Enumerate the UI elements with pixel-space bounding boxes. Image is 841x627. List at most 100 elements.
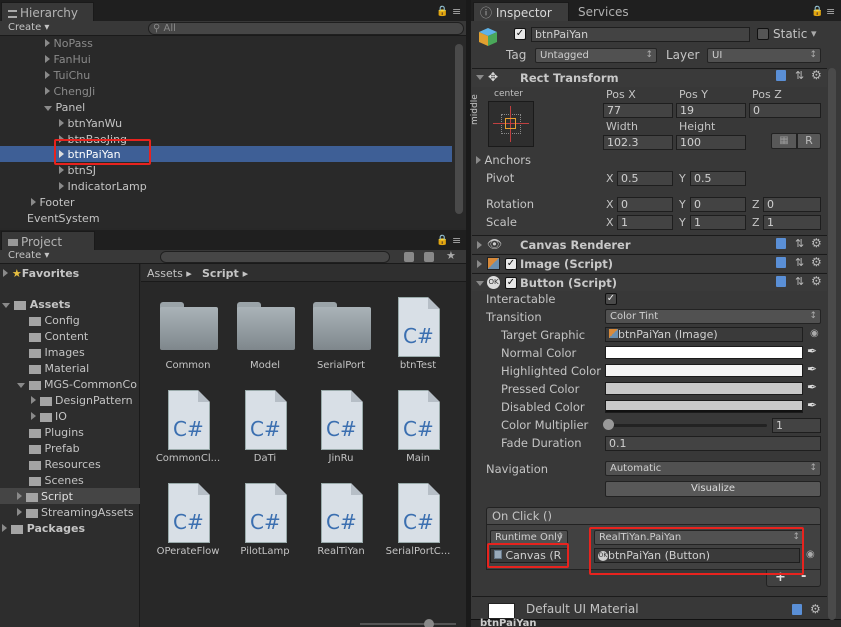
filter-type-icon[interactable] [404,252,414,262]
canvas-renderer-header[interactable]: 👁 Canvas Renderer [472,235,827,253]
image-script-gear-icon[interactable]: ⚙ [811,255,822,269]
pressed-color-swatch[interactable] [605,382,803,395]
inspector-menu-icon[interactable]: ≡ [826,5,835,18]
color-multiplier-thumb[interactable] [603,419,614,430]
static-dropdown-icon[interactable]: ▾ [811,27,817,40]
tab-project[interactable]: Project [1,231,95,251]
project-lock-icon[interactable]: 🔒 [436,235,448,246]
favorite-star-icon[interactable]: ★ [446,249,456,262]
eyedropper-icon[interactable]: ✒ [807,344,817,358]
zoom-slider-thumb[interactable] [424,619,434,627]
folder-icon-model[interactable] [237,302,295,350]
target-graphic-field[interactable]: btnPaiYan (Image) [605,327,803,342]
visualize-button[interactable]: Visualize [605,481,821,497]
fade-duration-field[interactable]: 0.1 [605,436,821,451]
normal-color-swatch[interactable] [605,346,803,359]
hierarchy-item-tuichu[interactable]: TuiChu [45,69,90,82]
object-name-field[interactable]: btnPaiYan [531,27,750,42]
zoom-slider[interactable] [360,623,456,625]
tree-item-material[interactable]: Material [29,362,89,375]
filter-label-icon[interactable] [424,252,434,262]
pos-y-field[interactable]: 19 [676,103,746,118]
color-multiplier-field[interactable]: 1 [772,418,821,433]
anchor-preset-button[interactable] [488,101,534,147]
hierarchy-item-footer[interactable]: Footer [31,196,75,209]
csharp-script-icon-main[interactable]: C# [398,390,440,450]
hierarchy-menu-icon[interactable]: ≡ [452,5,461,18]
scale-z-field[interactable]: 1 [763,215,821,230]
static-checkbox[interactable] [757,28,769,40]
image-script-preset-icon[interactable]: ⇅ [795,256,804,269]
rect-transform-header[interactable]: ✥ Rect Transform [472,68,827,87]
image-script-book-icon[interactable] [776,257,786,268]
hierarchy-item-indicatorlamp[interactable]: IndicatorLamp [59,180,147,193]
hierarchy-scrollbar[interactable] [455,44,463,214]
tree-item-prefab[interactable]: Prefab [29,442,80,455]
eyedropper-icon[interactable]: ✒ [807,362,817,376]
tree-item-resources[interactable]: Resources [29,458,101,471]
pivot-x-field[interactable]: 0.5 [617,171,673,186]
rect-transform-gear-icon[interactable]: ⚙ [811,68,822,82]
breadcrumb-assets[interactable]: Assets ▸ [147,267,192,280]
csharp-script-icon-serialportc[interactable]: C# [398,483,440,543]
tab-inspector[interactable]: ⓘ Inspector [473,2,569,22]
pos-z-field[interactable]: 0 [749,103,821,118]
hierarchy-item-eventsystem[interactable]: EventSystem [27,212,100,225]
folder-icon-serialport[interactable] [313,302,371,350]
interactable-checkbox[interactable]: ✓ [605,293,617,305]
tree-item-images[interactable]: Images [29,346,85,359]
tree-item-script[interactable]: Script [17,490,73,503]
tree-item-plugins[interactable]: Plugins [29,426,84,439]
hierarchy-item-chengji[interactable]: ChengJi [45,85,95,98]
scale-x-field[interactable]: 1 [617,215,673,230]
tab-services[interactable]: Services [578,5,629,19]
project-create-button[interactable]: Create ▾ [8,250,49,261]
folder-icon-common[interactable] [160,302,218,350]
tree-item-scenes[interactable]: Scenes [29,474,84,487]
project-menu-icon[interactable]: ≡ [452,234,461,247]
material-book-icon[interactable] [792,604,802,615]
pivot-y-field[interactable]: 0.5 [690,171,746,186]
height-field[interactable]: 100 [676,135,746,150]
csharp-script-icon-jinru[interactable]: C# [321,390,363,450]
disabled-color-swatch[interactable] [605,400,803,413]
rotation-z-field[interactable]: 0 [763,197,821,212]
csharp-script-icon-realtiyan[interactable]: C# [321,483,363,543]
canvas-renderer-preset-icon[interactable]: ⇅ [795,237,804,250]
button-enabled-checkbox[interactable]: ✓ [505,277,517,289]
rect-transform-book-icon[interactable] [776,70,786,81]
csharp-script-icon-dati[interactable]: C# [245,390,287,450]
button-script-book-icon[interactable] [776,276,786,287]
breadcrumb-script[interactable]: Script ▸ [202,267,248,280]
hierarchy-item-fanhui[interactable]: FanHui [45,53,91,66]
tree-item-designpattern[interactable]: DesignPattern [31,394,140,407]
tree-item-content[interactable]: Content [29,330,88,343]
inspector-lock-icon[interactable]: 🔒 [811,6,823,17]
csharp-script-icon-btntest[interactable]: C# [398,297,440,357]
navigation-dropdown[interactable]: Automatic [605,461,821,476]
layer-dropdown[interactable]: UI [707,48,821,63]
project-search-input[interactable] [160,251,390,263]
eyedropper-icon[interactable]: ✒ [807,398,817,412]
tag-dropdown[interactable]: Untagged [535,48,657,63]
rotation-x-field[interactable]: 0 [617,197,673,212]
button-script-gear-icon[interactable]: ⚙ [811,274,822,288]
canvas-renderer-book-icon[interactable] [776,238,786,249]
blueprint-mode-button[interactable]: ▦ [771,133,797,149]
material-gear-icon[interactable]: ⚙ [810,602,821,616]
scale-y-field[interactable]: 1 [690,215,746,230]
button-script-preset-icon[interactable]: ⇅ [795,275,804,288]
argument-picker-icon[interactable]: ◉ [806,549,815,560]
csharp-script-icon-operateflow[interactable]: C# [168,483,210,543]
image-script-header[interactable]: ✓ Image (Script) [472,254,827,272]
tree-item-assets[interactable]: Assets [2,298,71,311]
raw-edit-button[interactable]: R [797,133,821,149]
inspector-scrollbar[interactable] [828,68,836,620]
pos-x-field[interactable]: 77 [603,103,673,118]
hierarchy-item-btnyanwu[interactable]: btnYanWu [59,117,122,130]
anchors-foldout[interactable]: Anchors [476,153,531,167]
tree-item-mgs-common[interactable]: MGS-CommonCo [17,378,140,391]
hierarchy-lock-icon[interactable]: 🔒 [436,6,448,17]
eyedropper-icon[interactable]: ✒ [807,380,817,394]
tree-item-favorites[interactable]: ★Favorites [3,267,79,280]
